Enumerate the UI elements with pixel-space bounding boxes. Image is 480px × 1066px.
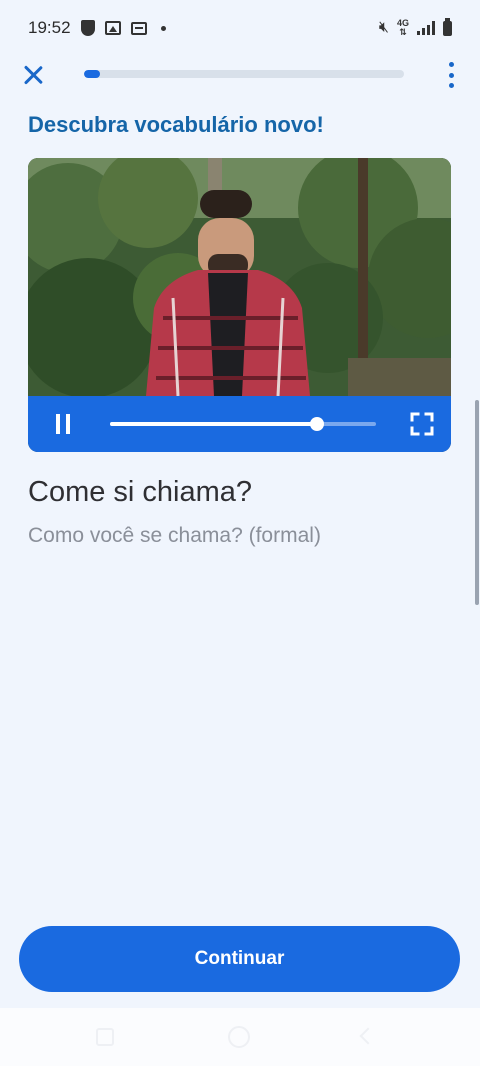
more-vert-icon[interactable] <box>444 62 458 88</box>
pause-icon[interactable] <box>56 414 70 434</box>
image-icon <box>104 21 121 35</box>
battery-icon <box>443 17 452 36</box>
mute-icon: 🔇︎ <box>378 19 389 36</box>
system-nav-bar <box>0 1008 480 1066</box>
signal-icon <box>417 21 435 35</box>
back-icon[interactable] <box>359 1027 377 1045</box>
video-frame[interactable] <box>28 158 451 396</box>
video-seek-fill <box>110 422 318 426</box>
lesson-heading: Descubra vocabulário novo! <box>28 112 324 137</box>
shield-icon <box>80 20 95 36</box>
lesson-progress-fill <box>84 70 100 78</box>
scroll-indicator <box>475 400 479 605</box>
card-icon <box>130 21 147 35</box>
lesson-progress-bar <box>84 70 404 78</box>
close-icon[interactable] <box>22 64 44 86</box>
home-icon[interactable] <box>228 1026 250 1048</box>
status-right-icons: 🔇︎ 4G ⇅ <box>378 17 452 37</box>
video-controls <box>28 396 451 452</box>
status-bar: 19:52 🔇︎ 4G ⇅ <box>0 0 480 56</box>
lesson-top-bar <box>0 56 480 96</box>
status-left-icons <box>80 20 166 36</box>
status-time: 19:52 <box>28 18 71 37</box>
target-phrase: Come si chiama? <box>28 476 253 508</box>
app-screen: 19:52 🔇︎ 4G⇅ Descubra vocabulário novo! <box>0 0 480 1066</box>
dot-icon <box>160 25 166 31</box>
4g-icon: 4G ⇅ <box>396 18 409 37</box>
network-label: 4G <box>396 18 409 28</box>
fullscreen-icon[interactable] <box>410 412 434 436</box>
recents-icon[interactable] <box>96 1028 114 1046</box>
phrase-translation: Como você se chama? (formal) <box>28 524 321 547</box>
video-seek-bar[interactable] <box>110 417 376 431</box>
video-seek-thumb[interactable] <box>310 417 325 431</box>
continue-button[interactable]: Continuar <box>19 926 460 992</box>
video-player[interactable] <box>28 158 451 452</box>
